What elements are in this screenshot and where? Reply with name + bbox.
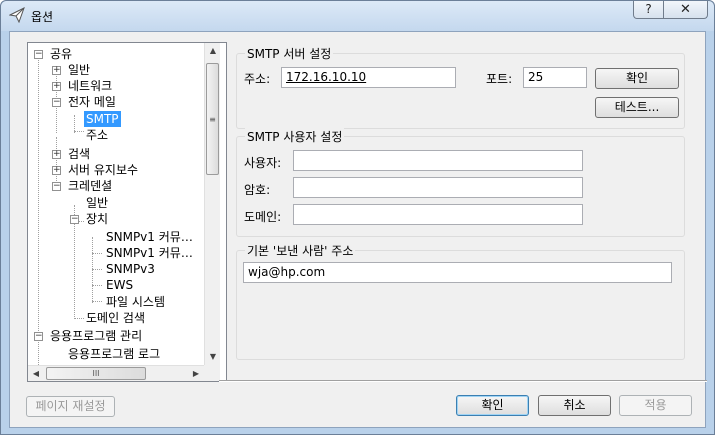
expand-icon[interactable]: + (52, 66, 61, 75)
dialog-client-area: − 공유 + 일반 + 네트워크 − 전자 메일 SMTP 주소 + 검색 + … (9, 31, 707, 428)
tree-item-label: 공유 (50, 47, 73, 61)
smtp-port-input[interactable]: 25 (523, 67, 587, 88)
default-sender-group: 기본 '보낸 사람' 주소 wja@hp.com (236, 242, 685, 360)
collapse-icon[interactable]: − (34, 332, 43, 341)
smtp-user-input[interactable] (293, 150, 583, 171)
tree-item-label: SNMPv1 커뮤… (106, 246, 193, 260)
cancel-button[interactable]: 취소 (538, 395, 611, 416)
expand-icon[interactable]: + (52, 82, 61, 91)
tree-item-label: 장치 (86, 212, 109, 226)
tree-item-label: SNMPv3 (106, 262, 155, 276)
scroll-right-icon[interactable]: ▶ (188, 366, 204, 382)
tree-item-label: 주소 (86, 128, 109, 142)
smtp-server-group: SMTP 서버 설정 주소: 172.16.10.10 포트: 25 확인 테스… (236, 45, 685, 129)
footer-separator (219, 380, 707, 382)
default-sender-input[interactable]: wja@hp.com (243, 262, 672, 283)
port-label: 포트: (486, 72, 513, 86)
scroll-down-icon[interactable]: ▼ (205, 349, 221, 365)
smtp-user-group-title: SMTP 사용자 설정 (245, 128, 345, 145)
tree-item-label: SNMPv1 커뮤… (106, 230, 193, 244)
tree-item-label: 응용프로그램 로그 (68, 347, 161, 361)
window-title: 옵션 (31, 10, 54, 24)
tree-item-label: SMTP (84, 111, 121, 127)
collapse-icon[interactable]: − (52, 98, 61, 107)
password-label: 암호: (244, 183, 271, 197)
expand-icon[interactable]: + (52, 150, 61, 159)
options-tree[interactable]: − 공유 + 일반 + 네트워크 − 전자 메일 SMTP 주소 + 검색 + … (27, 42, 227, 382)
smtp-confirm-button[interactable]: 확인 (595, 68, 679, 89)
smtp-server-group-title: SMTP 서버 설정 (245, 45, 334, 62)
options-window: 옵션 ? ✕ − 공유 + 일반 + 네트워크 − 전자 메일 SMTP 주소 … (0, 0, 715, 435)
tree-item-label: 서버 유지보수 (68, 163, 139, 177)
address-label: 주소: (244, 72, 271, 86)
collapse-icon[interactable]: − (52, 182, 61, 191)
horizontal-scroll-thumb[interactable]: III (46, 367, 146, 380)
tree-item-label: 도메인 검색 (86, 311, 146, 325)
expand-icon[interactable]: + (52, 166, 61, 175)
collapse-icon[interactable]: − (34, 50, 43, 59)
vertical-scroll-thumb[interactable]: ≡ (206, 63, 219, 175)
smtp-password-input[interactable] (293, 177, 583, 198)
tree-item-label: EWS (106, 278, 134, 292)
ok-button[interactable]: 확인 (456, 395, 529, 416)
reset-page-button[interactable]: 페이지 재설정 (26, 396, 115, 417)
default-sender-group-title: 기본 '보낸 사람' 주소 (245, 242, 356, 259)
smtp-user-group: SMTP 사용자 설정 사용자: 암호: 도메인: (236, 128, 685, 237)
close-button[interactable]: ✕ (664, 1, 708, 19)
apply-button[interactable]: 적용 (619, 395, 692, 416)
tree-horizontal-scrollbar[interactable]: ◀ III ▶ (28, 365, 204, 381)
domain-label: 도메인: (244, 210, 282, 224)
tree-item-label: 응용프로그램 관리 (50, 329, 143, 343)
tree-item-label: 파일 시스템 (106, 295, 166, 309)
smtp-test-button[interactable]: 테스트... (595, 97, 679, 118)
tree-item-label: 검색 (68, 147, 91, 161)
help-button[interactable]: ? (633, 1, 664, 19)
collapse-icon[interactable]: − (70, 215, 79, 224)
smtp-address-input[interactable]: 172.16.10.10 (281, 67, 456, 88)
tree-item-label: 크레덴셜 (68, 179, 113, 193)
smtp-domain-input[interactable] (293, 204, 583, 225)
tree-vertical-scrollbar[interactable]: ▲ ≡ ▼ (204, 43, 220, 365)
scroll-corner (204, 365, 220, 381)
tree-item-label: 일반 (86, 196, 109, 210)
scroll-up-icon[interactable]: ▲ (205, 43, 221, 59)
title-bar[interactable]: 옵션 ? ✕ (1, 1, 714, 31)
scroll-left-icon[interactable]: ◀ (28, 366, 44, 382)
tree-item-label: 전자 메일 (68, 95, 116, 109)
tree-item-label: 일반 (68, 63, 91, 77)
user-label: 사용자: (244, 156, 282, 170)
paper-plane-icon (9, 7, 25, 23)
tree-item-label: 네트워크 (68, 79, 113, 93)
